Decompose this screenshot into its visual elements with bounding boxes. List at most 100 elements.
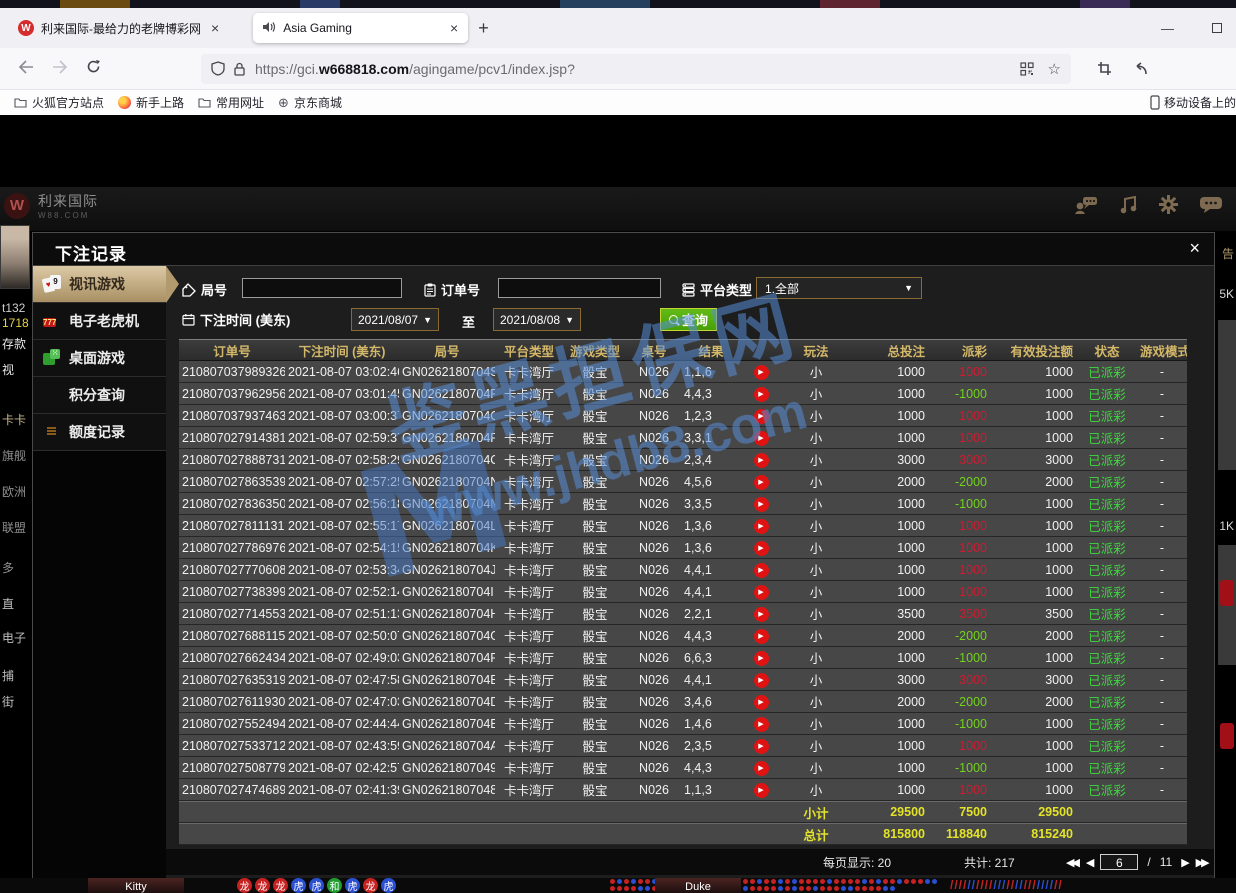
replay-play-icon[interactable]: ▶ [754, 629, 769, 644]
date-to-select[interactable]: 2021/08/08 ▼ [493, 308, 581, 331]
window-minimize-button[interactable]: — [1161, 21, 1174, 36]
table-row: 2108070379893262021-08-07 03:02:46GN0262… [179, 361, 1187, 383]
total-count-label: 共计: 217 [964, 854, 1015, 871]
table-row: 2108070379629562021-08-07 03:01:45GN0262… [179, 383, 1187, 405]
audio-playing-icon[interactable] [263, 21, 276, 36]
screenshot-icon[interactable] [1097, 61, 1112, 76]
tracking-shield-icon[interactable] [211, 61, 225, 76]
replay-play-icon[interactable]: ▶ [754, 717, 769, 732]
close-icon[interactable]: × [1189, 238, 1200, 259]
tab-close-icon[interactable]: × [211, 21, 219, 35]
replay-play-icon[interactable]: ▶ [754, 541, 769, 556]
bead-dot [764, 886, 769, 891]
replay-play-icon[interactable]: ▶ [754, 453, 769, 468]
replay-play-icon[interactable]: ▶ [754, 695, 769, 710]
cell-table_no: N026 [627, 717, 681, 731]
left-background-fragment: 多 [2, 559, 32, 576]
bookmark-star-icon[interactable]: ☆ [1048, 60, 1061, 78]
replay-play-icon[interactable]: ▶ [754, 761, 769, 776]
cell-bet: 小 [781, 780, 851, 799]
bead-dot [610, 886, 615, 891]
mobile-bookmarks-item[interactable]: 移动设备上的 [1144, 90, 1236, 115]
lock-icon[interactable] [234, 62, 245, 76]
reload-icon[interactable] [86, 59, 101, 79]
new-tab-button[interactable]: + [478, 18, 489, 39]
back-icon[interactable] [18, 59, 34, 79]
cell-payout: -1000 [929, 387, 991, 401]
sidebar-item-2[interactable]: ⁙桌面游戏 [33, 340, 166, 377]
cell-time: 2021-08-07 02:51:13 [285, 607, 399, 621]
cell-time: 2021-08-07 02:47:58 [285, 673, 399, 687]
bead-dot [904, 879, 909, 884]
replay-play-icon[interactable]: ▶ [754, 431, 769, 446]
first-page-icon[interactable]: ◀◀ [1066, 856, 1077, 869]
table-header-row: 订单号下注时间 (美东)局号平台类型游戏类型桌号结果玩法总投注派彩有效投注额状态… [179, 339, 1187, 361]
search-button[interactable]: 查询 [660, 308, 717, 331]
screen: W 利来国际-最给力的老牌博彩网站 × Asia Gaming × + — ht [0, 0, 1236, 893]
qr-code-icon[interactable] [1020, 62, 1034, 76]
undo-arrow-icon[interactable] [1132, 62, 1148, 76]
date-from-select[interactable]: 2021/08/07 ▼ [351, 308, 439, 331]
cell-time: 2021-08-07 03:01:45 [285, 387, 399, 401]
table-row: 2108070379374632021-08-07 03:00:37GN0262… [179, 405, 1187, 427]
platform-type-select[interactable]: 1.全部 ▼ [756, 277, 922, 299]
column-header-order: 订单号 [179, 341, 285, 360]
replay-play-icon[interactable]: ▶ [754, 783, 769, 798]
table-row: 2108070278635392021-08-07 02:57:25GN0262… [179, 471, 1187, 493]
replay-play-icon[interactable]: ▶ [754, 563, 769, 578]
cell-hall: 卡卡湾厅 [495, 604, 563, 623]
url-bar[interactable]: https://gci.w668818.com/agingame/pcv1/in… [201, 54, 1071, 84]
replay-play-icon[interactable]: ▶ [754, 673, 769, 688]
replay-play-icon[interactable]: ▶ [754, 497, 769, 512]
sidebar-item-0[interactable]: ♥9视讯游戏 [33, 266, 166, 303]
music-icon[interactable] [1120, 196, 1137, 214]
replay-play-icon[interactable]: ▶ [754, 519, 769, 534]
tab-close-icon[interactable]: × [450, 21, 458, 35]
replay-cell: ▶ [741, 363, 781, 380]
replay-play-icon[interactable]: ▶ [754, 409, 769, 424]
forward-icon[interactable] [52, 59, 68, 79]
cell-bet: 小 [781, 758, 851, 777]
next-page-icon[interactable]: ▶ [1181, 856, 1186, 869]
replay-play-icon[interactable]: ▶ [754, 475, 769, 490]
cell-result: 4,4,1 [681, 673, 741, 687]
points-icon [43, 386, 61, 404]
cell-bet: 小 [781, 560, 851, 579]
round-number-input[interactable] [242, 278, 402, 298]
last-page-icon[interactable]: ▶▶ [1196, 856, 1207, 869]
cell-payout: -2000 [929, 629, 991, 643]
replay-play-icon[interactable]: ▶ [754, 651, 769, 666]
bookmark-item[interactable]: 火狐官方站点 [14, 94, 104, 111]
window-maximize-button[interactable] [1212, 23, 1222, 33]
replay-play-icon[interactable]: ▶ [754, 607, 769, 622]
page-number-input[interactable]: 6 [1100, 854, 1138, 870]
replay-play-icon[interactable]: ▶ [754, 365, 769, 380]
replay-play-icon[interactable]: ▶ [754, 585, 769, 600]
settings-gear-icon[interactable] [1159, 195, 1178, 214]
cell-round: GN0262180704M [399, 497, 495, 511]
bookmark-item[interactable]: ⊕ 京东商城 [278, 94, 342, 111]
cell-result: 3,4,6 [681, 695, 741, 709]
sidebar-item-3[interactable]: 积分查询 [33, 377, 166, 414]
background-red-badge [1220, 580, 1234, 606]
chat-icon[interactable] [1200, 196, 1222, 214]
site-logo[interactable]: W 利来国际 W88.COM [4, 191, 98, 220]
url-text[interactable]: https://gci.w668818.com/agingame/pcv1/in… [255, 61, 1012, 77]
sidebar-item-4[interactable]: 额度记录 [33, 414, 166, 451]
replay-play-icon[interactable]: ▶ [754, 387, 769, 402]
cell-result: 4,4,3 [681, 629, 741, 643]
bookmark-item[interactable]: 常用网址 [198, 94, 264, 111]
bead-dot [869, 886, 874, 891]
cell-table_no: N026 [627, 761, 681, 775]
sidebar-item-1[interactable]: 777电子老虎机 [33, 303, 166, 340]
order-number-input[interactable] [498, 278, 661, 298]
tab-w88[interactable]: W 利来国际-最给力的老牌博彩网站 × [8, 13, 229, 43]
customer-service-icon[interactable] [1074, 196, 1098, 214]
prev-page-icon[interactable]: ◀ [1086, 856, 1091, 869]
cell-payout: -2000 [929, 475, 991, 489]
cell-game: 骰宝 [563, 736, 627, 755]
bookmark-item[interactable]: 新手上路 [118, 94, 184, 111]
tab-asia-gaming[interactable]: Asia Gaming × [253, 13, 468, 43]
replay-play-icon[interactable]: ▶ [754, 739, 769, 754]
banner-fragment [60, 0, 130, 8]
